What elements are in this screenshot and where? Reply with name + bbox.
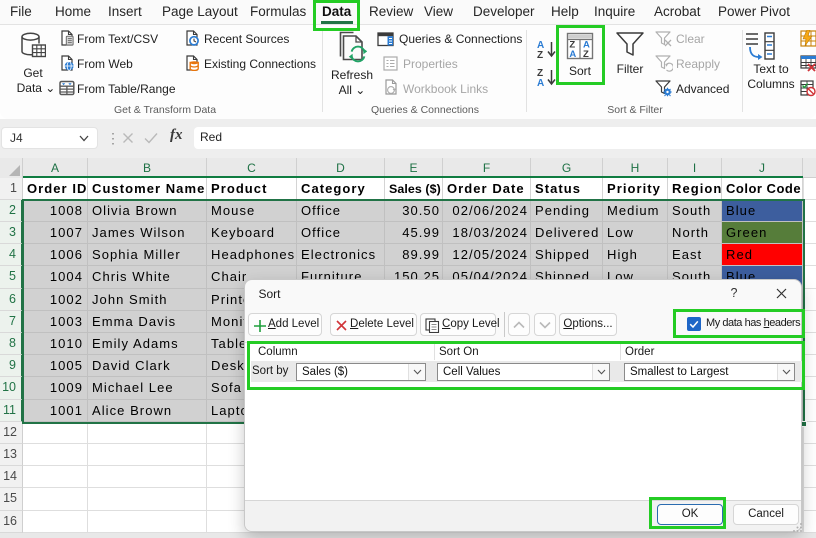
svg-text:Z: Z xyxy=(583,49,589,60)
svg-text:A: A xyxy=(569,49,576,60)
svg-text:Z: Z xyxy=(537,50,543,59)
svg-text:A: A xyxy=(537,78,544,87)
